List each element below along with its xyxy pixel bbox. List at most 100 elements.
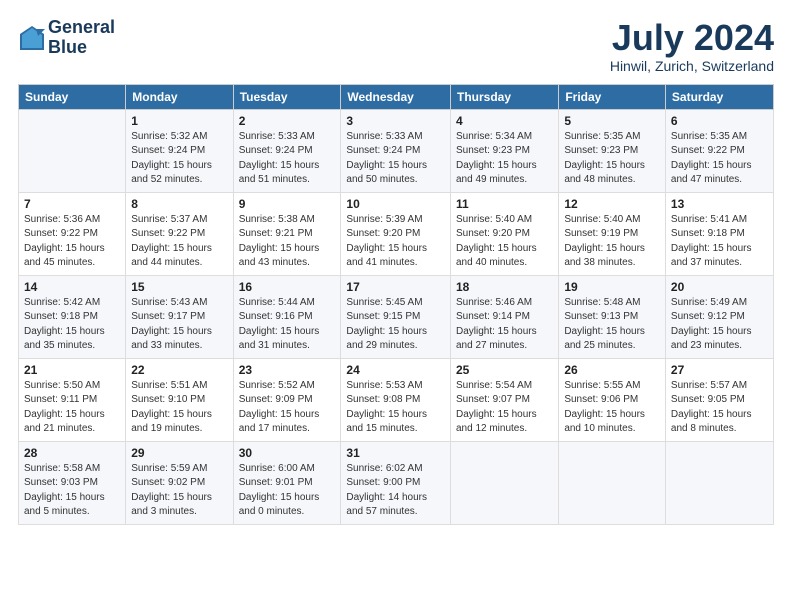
calendar-cell: [665, 441, 773, 524]
calendar-cell: 13 Sunrise: 5:41 AM Sunset: 9:18 PM Dayli…: [665, 192, 773, 275]
day-number: 23: [239, 363, 336, 377]
col-header-wednesday: Wednesday: [341, 84, 451, 109]
calendar-cell: 3Sunrise: 5:33 AM Sunset: 9:24 PM Daylig…: [341, 109, 451, 192]
day-detail: Sunrise: 5:35 AM Sunset: 9:22 PM Dayligh…: [671, 130, 768, 188]
day-number: 9: [239, 197, 336, 211]
calendar-cell: 18 Sunrise: 5:46 AM Sunset: 9:14 PM Dayli…: [450, 275, 558, 358]
col-header-friday: Friday: [559, 84, 666, 109]
day-number: 11: [456, 197, 553, 211]
day-detail: Sunrise: 5:54 AM Sunset: 9:07 PM Dayligh…: [456, 379, 553, 437]
calendar-cell: 23Sunrise: 5:52 AM Sunset: 9:09 PM Dayli…: [233, 358, 341, 441]
day-detail: Sunrise: 5:50 AM Sunset: 9:11 PM Dayligh…: [24, 379, 120, 437]
day-number: 2: [239, 114, 336, 128]
day-detail: Sunrise: 5:36 AM Sunset: 9:22 PM Dayligh…: [24, 213, 120, 271]
calendar-week-row: 21Sunrise: 5:50 AM Sunset: 9:11 PM Dayli…: [19, 358, 774, 441]
day-detail: Sunrise: 5:46 AM Sunset: 9:14 PM Dayligh…: [456, 296, 553, 354]
calendar-cell: 4 Sunrise: 5:34 AM Sunset: 9:23 PM Daylig…: [450, 109, 558, 192]
day-number: 28: [24, 446, 120, 460]
day-detail: Sunrise: 5:43 AM Sunset: 9:17 PM Dayligh…: [131, 296, 227, 354]
day-number: 5: [564, 114, 660, 128]
logo-icon: [18, 24, 46, 52]
day-number: 18: [456, 280, 553, 294]
day-detail: Sunrise: 5:33 AM Sunset: 9:24 PM Dayligh…: [346, 130, 445, 188]
day-detail: Sunrise: 5:39 AM Sunset: 9:20 PM Dayligh…: [346, 213, 445, 271]
calendar-cell: 2 Sunrise: 5:33 AM Sunset: 9:24 PM Daylig…: [233, 109, 341, 192]
calendar-cell: 11 Sunrise: 5:40 AM Sunset: 9:20 PM Dayli…: [450, 192, 558, 275]
calendar-cell: 7 Sunrise: 5:36 AM Sunset: 9:22 PM Daylig…: [19, 192, 126, 275]
calendar-week-row: 14 Sunrise: 5:42 AM Sunset: 9:18 PM Dayli…: [19, 275, 774, 358]
day-number: 1: [131, 114, 227, 128]
day-number: 30: [239, 446, 336, 460]
logo-line2: Blue: [48, 38, 115, 58]
calendar-cell: 15 Sunrise: 5:43 AM Sunset: 9:17 PM Dayli…: [126, 275, 233, 358]
day-number: 31: [346, 446, 445, 460]
page: General Blue July 2024 Hinwil, Zurich, S…: [0, 0, 792, 612]
calendar-cell: 19Sunrise: 5:48 AM Sunset: 9:13 PM Dayli…: [559, 275, 666, 358]
day-detail: Sunrise: 5:41 AM Sunset: 9:18 PM Dayligh…: [671, 213, 768, 271]
day-detail: Sunrise: 5:58 AM Sunset: 9:03 PM Dayligh…: [24, 462, 120, 520]
day-detail: Sunrise: 5:57 AM Sunset: 9:05 PM Dayligh…: [671, 379, 768, 437]
day-number: 12: [564, 197, 660, 211]
header: General Blue July 2024 Hinwil, Zurich, S…: [18, 18, 774, 74]
day-detail: Sunrise: 5:33 AM Sunset: 9:24 PM Dayligh…: [239, 130, 336, 188]
logo: General Blue: [18, 18, 115, 58]
day-detail: Sunrise: 5:32 AM Sunset: 9:24 PM Dayligh…: [131, 130, 227, 188]
day-number: 14: [24, 280, 120, 294]
calendar-cell: 26 Sunrise: 5:55 AM Sunset: 9:06 PM Dayli…: [559, 358, 666, 441]
calendar-cell: 8Sunrise: 5:37 AM Sunset: 9:22 PM Daylig…: [126, 192, 233, 275]
calendar-cell: [559, 441, 666, 524]
day-detail: Sunrise: 5:34 AM Sunset: 9:23 PM Dayligh…: [456, 130, 553, 188]
col-header-monday: Monday: [126, 84, 233, 109]
col-header-thursday: Thursday: [450, 84, 558, 109]
day-number: 7: [24, 197, 120, 211]
calendar-cell: 10 Sunrise: 5:39 AM Sunset: 9:20 PM Dayli…: [341, 192, 451, 275]
calendar-cell: 1 Sunrise: 5:32 AM Sunset: 9:24 PM Daylig…: [126, 109, 233, 192]
day-detail: Sunrise: 5:44 AM Sunset: 9:16 PM Dayligh…: [239, 296, 336, 354]
calendar-header-row: SundayMondayTuesdayWednesdayThursdayFrid…: [19, 84, 774, 109]
calendar-cell: 16 Sunrise: 5:44 AM Sunset: 9:16 PM Dayli…: [233, 275, 341, 358]
calendar-cell: [450, 441, 558, 524]
day-number: 15: [131, 280, 227, 294]
day-number: 25: [456, 363, 553, 377]
day-detail: Sunrise: 5:38 AM Sunset: 9:21 PM Dayligh…: [239, 213, 336, 271]
day-number: 17: [346, 280, 445, 294]
day-number: 6: [671, 114, 768, 128]
day-detail: Sunrise: 5:40 AM Sunset: 9:20 PM Dayligh…: [456, 213, 553, 271]
col-header-tuesday: Tuesday: [233, 84, 341, 109]
calendar-cell: 31 Sunrise: 6:02 AM Sunset: 9:00 PM Dayli…: [341, 441, 451, 524]
calendar-table: SundayMondayTuesdayWednesdayThursdayFrid…: [18, 84, 774, 525]
day-detail: Sunrise: 5:55 AM Sunset: 9:06 PM Dayligh…: [564, 379, 660, 437]
subtitle: Hinwil, Zurich, Switzerland: [610, 58, 774, 74]
col-header-saturday: Saturday: [665, 84, 773, 109]
day-detail: Sunrise: 5:45 AM Sunset: 9:15 PM Dayligh…: [346, 296, 445, 354]
day-number: 13: [671, 197, 768, 211]
day-number: 16: [239, 280, 336, 294]
day-number: 24: [346, 363, 445, 377]
day-detail: Sunrise: 6:02 AM Sunset: 9:00 PM Dayligh…: [346, 462, 445, 520]
day-detail: Sunrise: 5:51 AM Sunset: 9:10 PM Dayligh…: [131, 379, 227, 437]
day-detail: Sunrise: 5:48 AM Sunset: 9:13 PM Dayligh…: [564, 296, 660, 354]
logo-line1: General: [48, 18, 115, 38]
title-block: July 2024 Hinwil, Zurich, Switzerland: [610, 18, 774, 74]
day-number: 26: [564, 363, 660, 377]
day-number: 22: [131, 363, 227, 377]
calendar-cell: 12 Sunrise: 5:40 AM Sunset: 9:19 PM Dayli…: [559, 192, 666, 275]
calendar-cell: 22 Sunrise: 5:51 AM Sunset: 9:10 PM Dayli…: [126, 358, 233, 441]
day-number: 8: [131, 197, 227, 211]
day-detail: Sunrise: 5:49 AM Sunset: 9:12 PM Dayligh…: [671, 296, 768, 354]
calendar-cell: [19, 109, 126, 192]
main-title: July 2024: [610, 18, 774, 58]
calendar-cell: 5Sunrise: 5:35 AM Sunset: 9:23 PM Daylig…: [559, 109, 666, 192]
logo-text: General Blue: [48, 18, 115, 58]
day-detail: Sunrise: 5:40 AM Sunset: 9:19 PM Dayligh…: [564, 213, 660, 271]
day-number: 4: [456, 114, 553, 128]
calendar-cell: 28 Sunrise: 5:58 AM Sunset: 9:03 PM Dayli…: [19, 441, 126, 524]
day-number: 27: [671, 363, 768, 377]
calendar-cell: 17 Sunrise: 5:45 AM Sunset: 9:15 PM Dayli…: [341, 275, 451, 358]
calendar-cell: 20Sunrise: 5:49 AM Sunset: 9:12 PM Dayli…: [665, 275, 773, 358]
col-header-sunday: Sunday: [19, 84, 126, 109]
calendar-cell: 9 Sunrise: 5:38 AM Sunset: 9:21 PM Daylig…: [233, 192, 341, 275]
day-detail: Sunrise: 5:42 AM Sunset: 9:18 PM Dayligh…: [24, 296, 120, 354]
calendar-cell: 27 Sunrise: 5:57 AM Sunset: 9:05 PM Dayli…: [665, 358, 773, 441]
day-number: 10: [346, 197, 445, 211]
